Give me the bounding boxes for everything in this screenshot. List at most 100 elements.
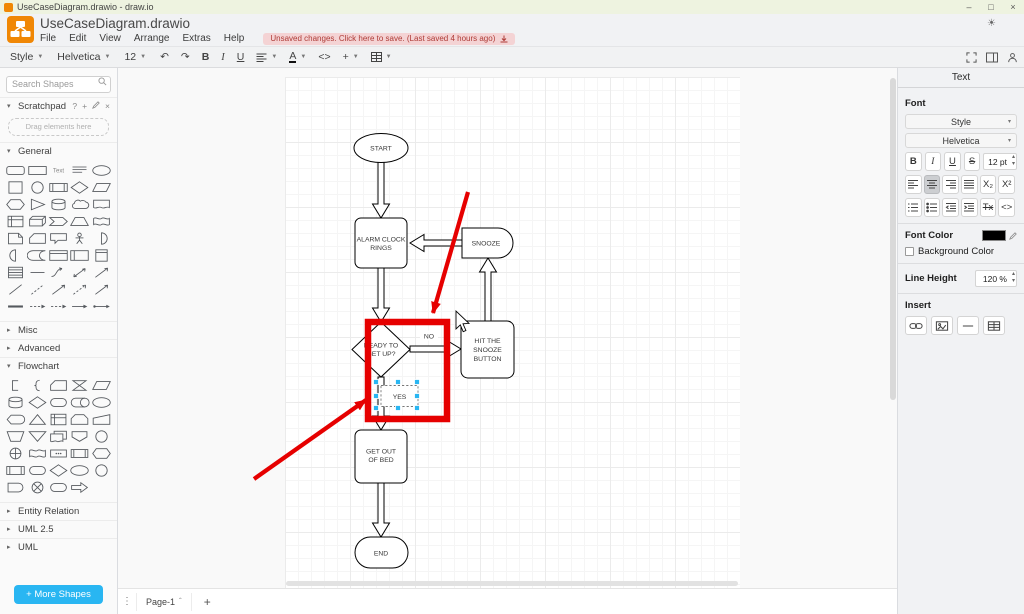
font-family-select[interactable]: Helvetica▼: [57, 51, 110, 63]
table-menu[interactable]: ▼: [371, 52, 392, 62]
shape-directional-arrow-icon[interactable]: [91, 265, 112, 281]
unsaved-changes-banner[interactable]: Unsaved changes. Click here to save. (La…: [263, 33, 515, 45]
shape-arrow-icon[interactable]: [69, 480, 90, 496]
shape-stored-data-icon[interactable]: [48, 446, 69, 462]
shape-internal-storage-icon[interactable]: [5, 214, 26, 230]
insert-menu[interactable]: +▼: [343, 51, 359, 63]
edge-decision-to-hit[interactable]: [410, 341, 461, 358]
line-height-spinner[interactable]: 120 %▴▾: [975, 270, 1017, 287]
close-button[interactable]: ×: [1002, 2, 1024, 12]
edge-label-yes[interactable]: YES: [393, 394, 407, 401]
underline-button[interactable]: U: [237, 51, 245, 63]
edge-label-no[interactable]: NO: [424, 334, 434, 341]
shape-parallelogram-icon[interactable]: [91, 378, 112, 394]
align-left-button[interactable]: [905, 175, 922, 194]
shape-vertical-container-icon[interactable]: [91, 248, 112, 264]
section-uml-25[interactable]: ▸UML 2.5: [0, 520, 117, 538]
shape-multi-document-icon[interactable]: [48, 429, 69, 445]
outdent-button[interactable]: [942, 198, 959, 217]
insert-horizontal-rule-icon[interactable]: [957, 316, 979, 335]
add-page-button[interactable]: +: [192, 595, 223, 609]
shape-card-icon[interactable]: [48, 378, 69, 394]
shape-ellipse-icon[interactable]: [91, 163, 112, 179]
share-user-icon[interactable]: [1007, 52, 1018, 63]
section-misc[interactable]: ▸Misc: [0, 321, 117, 339]
menu-arrange[interactable]: Arrange: [134, 33, 170, 44]
clear-formatting-button[interactable]: Tx: [980, 198, 997, 217]
scratchpad-help-icon[interactable]: ?: [72, 101, 77, 111]
shape-display-icon[interactable]: [5, 412, 26, 428]
shape-callout-icon[interactable]: [48, 231, 69, 247]
font-color-menu[interactable]: A▼: [289, 51, 306, 63]
shape-horizontal-line-icon[interactable]: [26, 265, 47, 281]
selected-yes-label[interactable]: YES: [381, 386, 418, 407]
shape-cube-icon[interactable]: [26, 214, 47, 230]
horizontal-scrollbar[interactable]: [286, 581, 738, 586]
shape-decision-2-icon[interactable]: [48, 463, 69, 479]
shape-trapezoid-icon[interactable]: [69, 214, 90, 230]
shape-container-2-icon[interactable]: [69, 248, 90, 264]
shape-database-icon[interactable]: [5, 395, 26, 411]
unordered-list-button[interactable]: [924, 198, 941, 217]
shape-card-icon[interactable]: [26, 231, 47, 247]
diagram-canvas[interactable]: START ALARM CLOCK RINGS SNOOZE READY TO …: [118, 68, 897, 588]
shape-dashed-horizontal-arrow-2-icon[interactable]: [48, 299, 69, 315]
shape-list-icon[interactable]: [5, 265, 26, 281]
edge-start-to-alarm[interactable]: [373, 162, 390, 218]
edge-hit-to-snooze[interactable]: [480, 258, 497, 321]
html-code-button[interactable]: <>: [998, 198, 1015, 217]
shape-cylinder-icon[interactable]: [48, 197, 69, 213]
shape-merge-icon[interactable]: [26, 429, 47, 445]
shape-extract-icon[interactable]: [26, 412, 47, 428]
format-panel-toggle-icon[interactable]: [986, 52, 998, 63]
shape-collate-icon[interactable]: [69, 378, 90, 394]
insert-table-icon[interactable]: [983, 316, 1005, 335]
vertical-scrollbar[interactable]: [890, 78, 896, 400]
section-entity-relation[interactable]: ▸Entity Relation: [0, 502, 117, 520]
bold-button[interactable]: B: [202, 51, 210, 63]
shape-manual-input-icon[interactable]: [91, 412, 112, 428]
shape-cloud-icon[interactable]: [69, 197, 90, 213]
minimize-button[interactable]: –: [958, 2, 980, 12]
align-justify-button[interactable]: [961, 175, 978, 194]
shape-step-icon[interactable]: [48, 214, 69, 230]
shape-thin-arrow-icon[interactable]: [48, 282, 69, 298]
shape-manual-operation-icon[interactable]: [5, 429, 26, 445]
menu-view[interactable]: View: [99, 33, 121, 44]
html-code-button[interactable]: <>: [318, 51, 330, 63]
section-advanced[interactable]: ▸Advanced: [0, 339, 117, 357]
shape-hexagon-icon[interactable]: [5, 197, 26, 213]
shape-summing-junction-icon[interactable]: [26, 480, 47, 496]
shape-textbox-icon[interactable]: [69, 163, 90, 179]
style-dropdown[interactable]: Style▾: [905, 114, 1017, 129]
shape-process-icon[interactable]: [48, 180, 69, 196]
shape-connector-2-icon[interactable]: [91, 463, 112, 479]
shape-line-icon[interactable]: [5, 282, 26, 298]
italic-button[interactable]: I: [221, 52, 225, 63]
shape-dashed-thin-arrow-icon[interactable]: [69, 282, 90, 298]
align-center-button[interactable]: [924, 175, 941, 194]
edge-alarm-to-decision[interactable]: [373, 268, 390, 322]
shape-data-storage-icon[interactable]: [26, 248, 47, 264]
section-uml[interactable]: ▸UML: [0, 538, 117, 556]
shape-diamond-icon[interactable]: [69, 180, 90, 196]
shape-off-page-reference-icon[interactable]: [69, 429, 90, 445]
shape-bidirectional-arrow-icon[interactable]: [69, 265, 90, 281]
shape-text-icon[interactable]: Text: [48, 163, 69, 179]
page-tab[interactable]: Page-1ˆ: [136, 593, 192, 611]
shape-ellipse-2-icon[interactable]: [69, 463, 90, 479]
maximize-button[interactable]: □: [980, 2, 1002, 12]
font-size-select[interactable]: 12▼: [124, 51, 146, 63]
shape-horizontal-arrow-icon[interactable]: [69, 299, 90, 315]
menu-extras[interactable]: Extras: [182, 33, 210, 44]
indent-button[interactable]: [961, 198, 978, 217]
shape-container-icon[interactable]: [48, 248, 69, 264]
insert-link-icon[interactable]: [905, 316, 927, 335]
shape-curve-icon[interactable]: [48, 265, 69, 281]
shape-paper-tape-icon[interactable]: [26, 446, 47, 462]
insert-image-icon[interactable]: [931, 316, 953, 335]
strikethrough-button[interactable]: S: [964, 152, 981, 171]
shape-thick-horizontal-line-icon[interactable]: [5, 299, 26, 315]
shape-delay-icon[interactable]: [5, 480, 26, 496]
shape-process-icon[interactable]: [5, 463, 26, 479]
